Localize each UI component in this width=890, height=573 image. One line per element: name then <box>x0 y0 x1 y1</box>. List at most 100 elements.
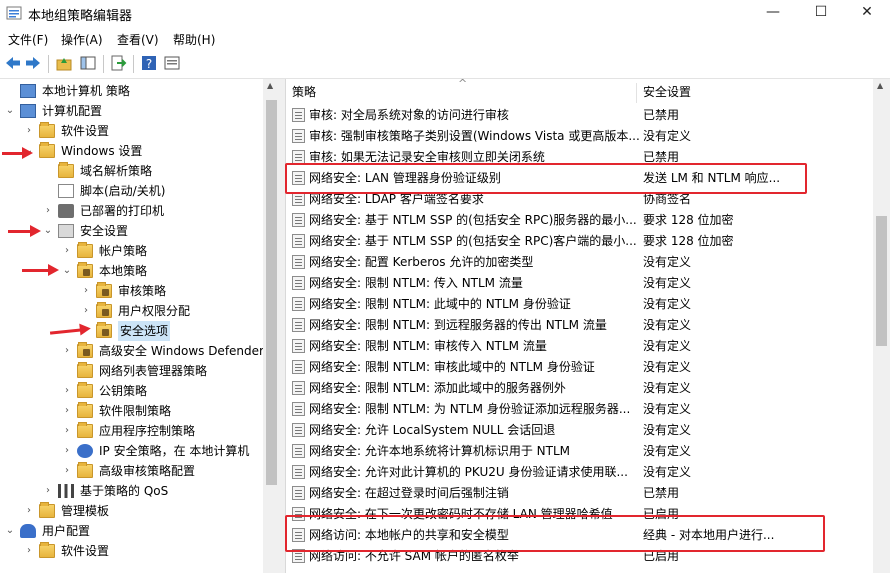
tree-item-label: 基于策略的 QoS <box>80 484 169 498</box>
policy-row[interactable]: 网络安全: 限制 NTLM: 审核此域中的 NTLM 身份验证 没有定义 <box>286 357 874 378</box>
tree-item[interactable]: › 帐户策略 <box>0 241 263 261</box>
sort-indicator-icon: ^ <box>458 79 468 90</box>
close-button[interactable]: ✕ <box>844 0 890 26</box>
policy-row[interactable]: 网络安全: 基于 NTLM SSP 的(包括安全 RPC)服务器的最小... 要求… <box>286 210 874 231</box>
policy-row[interactable]: 网络安全: 基于 NTLM SSP 的(包括安全 RPC)客户端的最小... 要求… <box>286 231 874 252</box>
policy-row[interactable]: 网络安全: 限制 NTLM: 为 NTLM 身份验证添加远程服务器... 没有定义 <box>286 399 874 420</box>
expand-chevron-right-icon[interactable]: › <box>80 301 92 321</box>
tree-item[interactable]: › 高级审核策略配置 <box>0 461 263 481</box>
group-policy-icon <box>6 6 22 20</box>
folder-icon <box>58 162 74 178</box>
scroll-up-icon[interactable]: ▲ <box>877 81 883 90</box>
user-icon <box>20 524 36 538</box>
toolbar: ? <box>0 50 890 79</box>
expand-chevron-down-icon[interactable]: ⌄ <box>42 221 54 241</box>
menu-file[interactable]: 文件(F) <box>8 31 48 48</box>
tree-item[interactable]: 脚本(启动/关机) <box>0 181 263 201</box>
script-icon <box>58 184 74 198</box>
tree-item[interactable]: › 管理模板 <box>0 501 263 521</box>
folder-icon <box>77 382 93 398</box>
security-icon <box>58 224 74 238</box>
policy-value: 没有定义 <box>643 444 692 458</box>
tree-item[interactable]: › 已部署的打印机 <box>0 201 263 221</box>
properties-icon[interactable] <box>163 54 181 72</box>
maximize-button[interactable]: ☐ <box>798 0 844 26</box>
expand-chevron-right-icon[interactable]: › <box>61 381 73 401</box>
expand-chevron-right-icon[interactable]: › <box>61 441 73 461</box>
tree-item[interactable]: › 公钥策略 <box>0 381 263 401</box>
tree-item[interactable]: › 用户权限分配 <box>0 301 263 321</box>
console-tree: 本地计算机 策略⌄计算机配置›软件设置⌄Windows 设置域名解析策略脚本(启… <box>0 79 280 573</box>
tree-item[interactable]: ⌄Windows 设置 <box>0 141 263 161</box>
expand-chevron-right-icon[interactable]: › <box>42 201 54 221</box>
expand-chevron-right-icon[interactable]: › <box>23 541 35 561</box>
up-folder-icon[interactable] <box>55 54 73 72</box>
expand-chevron-right-icon[interactable]: › <box>23 121 35 141</box>
tree-item[interactable]: › 软件设置 <box>0 121 263 141</box>
tree-item[interactable]: › IP 安全策略，在 本地计算机 <box>0 441 263 461</box>
expand-chevron-down-icon[interactable]: ⌄ <box>4 521 16 541</box>
column-header-policy[interactable]: 策略 <box>292 79 316 105</box>
tree-item[interactable]: 网络列表管理器策略 <box>0 361 263 381</box>
policy-row[interactable]: 网络安全: 限制 NTLM: 添加此域中的服务器例外 没有定义 <box>286 378 874 399</box>
tree-item-label: 用户权限分配 <box>118 304 191 318</box>
tree-scrollbar-thumb[interactable] <box>266 100 277 485</box>
tree-item[interactable]: › 高级安全 Windows Defender <box>0 341 264 361</box>
policy-row[interactable]: 网络安全: 限制 NTLM: 到远程服务器的传出 NTLM 流量 没有定义 <box>286 315 874 336</box>
tree-item[interactable]: › 基于策略的 QoS <box>0 481 263 501</box>
expand-chevron-down-icon[interactable]: ⌄ <box>4 101 16 121</box>
tree-item-label: 脚本(启动/关机) <box>80 184 166 198</box>
forward-arrow-icon[interactable] <box>24 54 42 72</box>
tree-item-label: Windows 设置 <box>61 144 143 158</box>
scroll-up-icon[interactable]: ▲ <box>267 81 273 90</box>
column-separator <box>636 83 637 103</box>
tree-item[interactable]: ⌄ 计算机配置 <box>0 101 263 121</box>
expand-chevron-right-icon[interactable]: › <box>61 401 73 421</box>
show-hide-tree-icon[interactable] <box>79 54 97 72</box>
tree-item[interactable]: › 应用程序控制策略 <box>0 421 263 441</box>
policy-row[interactable]: 网络安全: 在超过登录时间后强制注销 已禁用 <box>286 483 874 504</box>
expand-chevron-right-icon[interactable]: › <box>80 281 92 301</box>
policy-row[interactable]: 网络安全: 允许对此计算机的 PKU2U 身份验证请求使用联... 没有定义 <box>286 462 874 483</box>
policy-row[interactable]: 网络安全: 限制 NTLM: 此域中的 NTLM 身份验证 没有定义 <box>286 294 874 315</box>
menu-action[interactable]: 操作(A) <box>61 31 103 48</box>
tree-item[interactable]: › 软件设置 <box>0 541 263 561</box>
policy-row[interactable]: 审核: 强制审核策略子类别设置(Windows Vista 或更高版本... 没有… <box>286 126 874 147</box>
column-header-setting[interactable]: 安全设置 <box>643 79 691 105</box>
tree-item-label: IP 安全策略，在 本地计算机 <box>99 444 250 458</box>
policy-value: 没有定义 <box>643 255 692 269</box>
expand-chevron-right-icon[interactable]: › <box>23 501 35 521</box>
tree-item-label: 计算机配置 <box>42 104 103 118</box>
tree-item-label: 公钥策略 <box>99 384 148 398</box>
printer-icon <box>58 204 74 218</box>
minimize-button[interactable]: — <box>750 0 796 26</box>
expand-chevron-right-icon[interactable]: › <box>61 421 73 441</box>
folder-icon <box>77 402 93 418</box>
policy-row[interactable]: 网络安全: 限制 NTLM: 审核传入 NTLM 流量 没有定义 <box>286 336 874 357</box>
tree-item[interactable]: › 软件限制策略 <box>0 401 263 421</box>
help-icon[interactable]: ? <box>140 54 158 72</box>
expand-chevron-right-icon[interactable]: › <box>61 341 73 361</box>
expand-chevron-right-icon[interactable]: › <box>61 241 73 261</box>
expand-chevron-right-icon[interactable]: › <box>61 461 73 481</box>
policy-row[interactable]: 网络安全: 限制 NTLM: 传入 NTLM 流量 没有定义 <box>286 273 874 294</box>
svg-text:?: ? <box>146 57 152 71</box>
expand-chevron-right-icon[interactable]: › <box>42 481 54 501</box>
policy-row[interactable]: 审核: 对全局系统对象的访问进行审核 已禁用 <box>286 105 874 126</box>
tree-item-label: 审核策略 <box>118 284 167 298</box>
tree-item[interactable]: 本地计算机 策略 <box>0 81 263 101</box>
export-list-icon[interactable] <box>109 54 127 72</box>
policy-row[interactable]: 网络安全: 允许本地系统将计算机标识用于 NTLM 没有定义 <box>286 441 874 462</box>
back-arrow-icon[interactable] <box>4 54 22 72</box>
policy-row[interactable]: 网络安全: 允许 LocalSystem NULL 会话回退 没有定义 <box>286 420 874 441</box>
policy-value: 要求 128 位加密 <box>643 213 734 227</box>
tree-item[interactable]: › 审核策略 <box>0 281 263 301</box>
menu-help[interactable]: 帮助(H) <box>173 31 215 48</box>
expand-chevron-down-icon[interactable]: ⌄ <box>61 261 73 281</box>
tree-item[interactable]: ⌄ 用户配置 <box>0 521 263 541</box>
tree-item[interactable]: 安全选项 <box>0 321 263 341</box>
menu-view[interactable]: 查看(V) <box>117 31 159 48</box>
tree-item[interactable]: 域名解析策略 <box>0 161 263 181</box>
list-scrollbar-thumb[interactable] <box>876 216 887 346</box>
policy-row[interactable]: 网络安全: 配置 Kerberos 允许的加密类型 没有定义 <box>286 252 874 273</box>
